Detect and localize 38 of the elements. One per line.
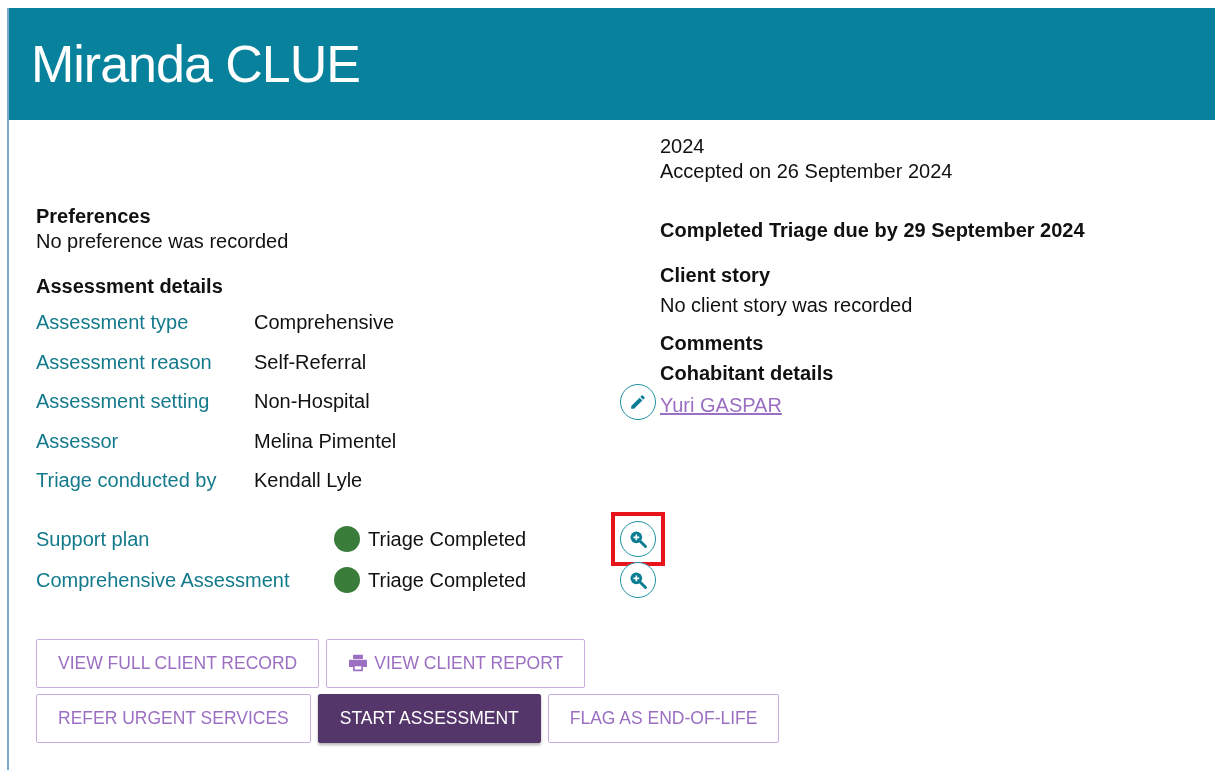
detail-label: Assessment setting (36, 390, 211, 414)
zoom-in-icon (628, 529, 648, 549)
client-name: Miranda CLUE (31, 34, 361, 94)
detail-label: Assessment reason (36, 350, 213, 374)
section-heading: Assessment details (36, 274, 224, 299)
detail-value: Melina Pimentel (254, 429, 398, 453)
cohabitant-link[interactable]: Yuri GASPAR (660, 393, 782, 418)
section-heading: Preferences (36, 204, 152, 229)
referral-text: 2024 (660, 134, 706, 159)
report-button[interactable]: VIEW CLIENT REPORT (326, 638, 586, 688)
action-button[interactable]: REFER URGENT SERVICES (36, 693, 311, 743)
detail-label: Assessor (36, 429, 120, 453)
detail-value: Self-Referral (254, 350, 368, 374)
zoom-in-icon (628, 570, 648, 590)
detail-label: Triage conducted by (36, 469, 218, 493)
detail-label: Assessment type (36, 311, 190, 335)
client-story-text: No client story was recorded (660, 293, 914, 318)
plan-label: Support plan (36, 527, 151, 551)
plan-status: Triage Completed (368, 527, 528, 551)
zoom-button[interactable] (620, 562, 656, 598)
action-button[interactable]: FLAG AS END-OF-LIFE (547, 693, 780, 743)
preference-text: No preference was recorded (36, 229, 290, 254)
action-button[interactable]: VIEW FULL CLIENT RECORD (36, 638, 320, 688)
plan-label: Comprehensive Assessment (36, 568, 291, 592)
section-heading: Client story (660, 263, 772, 288)
edit-button[interactable] (620, 383, 656, 420)
section-heading: Comments (660, 331, 765, 356)
printer-icon (348, 654, 369, 672)
plan-status: Triage Completed (368, 568, 528, 592)
detail-value: Kendall Lyle (254, 469, 364, 493)
section-heading: Cohabitant details (660, 361, 835, 386)
pencil-icon (629, 392, 647, 411)
triage-due-text: Completed Triage due by 29 September 2024 (660, 218, 1086, 243)
detail-value: Non-Hospital (254, 390, 371, 414)
start-assessment-button[interactable]: START ASSESSMENT (317, 693, 541, 743)
zoom-button[interactable] (620, 521, 656, 557)
referral-text: Accepted on 26 September 2024 (660, 159, 954, 184)
detail-value: Comprehensive (254, 311, 396, 335)
